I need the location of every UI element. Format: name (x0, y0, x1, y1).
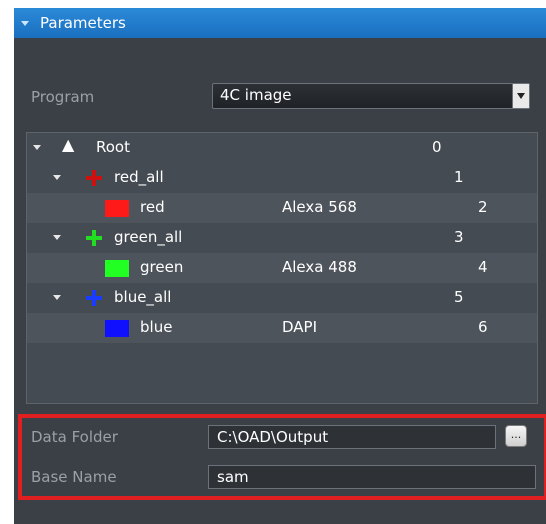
tree-row-name: blue (140, 318, 173, 336)
tree-row-name: blue_all (114, 288, 172, 306)
tree-row-name: red (140, 198, 165, 216)
expand-triangle-icon[interactable] (53, 235, 61, 240)
tree-row-name: red_all (114, 168, 164, 186)
tree-row-red[interactable]: red Alexa 568 2 (27, 193, 537, 223)
green-plus-icon (86, 230, 102, 246)
tree-row-index: 4 (478, 258, 488, 276)
tree-row-name: green (140, 258, 184, 276)
tree-row-name: Root (96, 138, 130, 156)
tree-row-green-all[interactable]: green_all 3 (27, 223, 537, 253)
collapse-chevron-icon[interactable] (21, 21, 29, 26)
panel-header[interactable]: Parameters (14, 8, 546, 38)
tree-row-dye: Alexa 568 (282, 198, 357, 216)
highlight-box (18, 414, 546, 500)
dropdown-arrow-icon[interactable] (512, 84, 529, 108)
tree-row-blue-all[interactable]: blue_all 5 (27, 283, 537, 313)
expand-triangle-icon[interactable] (53, 295, 61, 300)
parameters-panel: Parameters Program 4C image ▲ Root 0 red… (14, 8, 546, 524)
expand-triangle-icon[interactable] (33, 145, 41, 150)
program-label: Program (31, 88, 95, 106)
tree-row-index: 6 (478, 318, 488, 336)
channel-tree: ▲ Root 0 red_all 1 red Alexa 568 2 green… (26, 132, 538, 404)
blue-plus-icon (86, 290, 102, 306)
tree-row-index: 1 (454, 168, 464, 186)
tree-row-blue[interactable]: blue DAPI 6 (27, 313, 537, 343)
red-swatch-icon (105, 200, 129, 217)
tree-row-index: 3 (454, 228, 464, 246)
program-value: 4C image (220, 86, 292, 104)
tree-row-index: 0 (432, 138, 442, 156)
up-arrow-icon: ▲ (62, 135, 75, 154)
expand-triangle-icon[interactable] (53, 175, 61, 180)
blue-swatch-icon (105, 320, 129, 337)
panel-title: Parameters (40, 14, 126, 32)
tree-row-index: 5 (454, 288, 464, 306)
tree-row-green[interactable]: green Alexa 488 4 (27, 253, 537, 283)
tree-row-root[interactable]: ▲ Root 0 (27, 133, 537, 163)
red-plus-icon (86, 170, 102, 186)
program-dropdown[interactable]: 4C image (212, 83, 530, 109)
green-swatch-icon (105, 260, 129, 277)
tree-row-name: green_all (114, 228, 183, 246)
tree-row-dye: Alexa 488 (282, 258, 357, 276)
tree-row-red-all[interactable]: red_all 1 (27, 163, 537, 193)
tree-row-dye: DAPI (282, 318, 318, 336)
tree-row-index: 2 (478, 198, 488, 216)
